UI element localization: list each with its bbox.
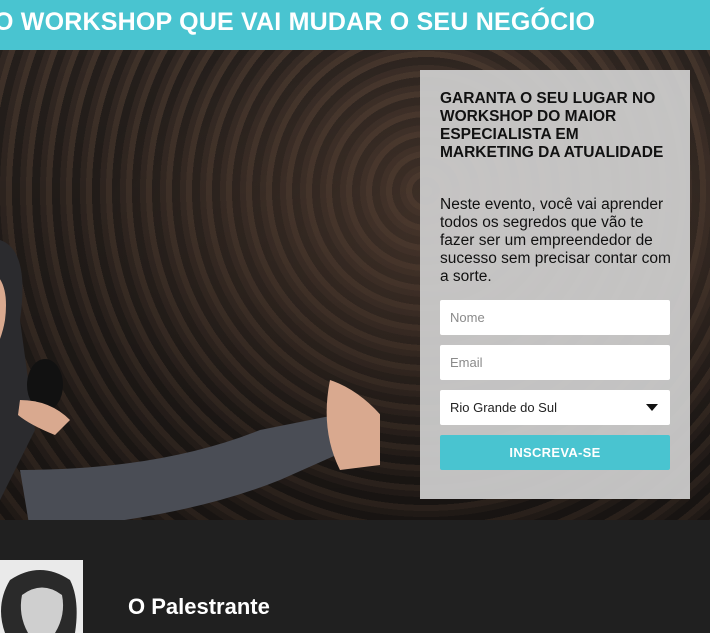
state-select-value: Rio Grande do Sul [450,400,557,415]
signup-form: GARANTA O SEU LUGAR NO WORKSHOP DO MAIOR… [420,70,690,499]
avatar [0,560,83,633]
name-input[interactable] [440,300,670,335]
subscribe-button[interactable]: INSCREVA-SE [440,435,670,470]
form-description: Neste evento, você vai aprender todos os… [440,196,671,285]
section-title: O Palestrante [128,594,270,619]
page-title: O WORKSHOP QUE VAI MUDAR O SEU NEGÓCIO [0,8,596,36]
hero-section: GARANTA O SEU LUGAR NO WORKSHOP DO MAIOR… [0,50,710,520]
state-select[interactable]: Rio Grande do Sul [440,390,670,425]
speaker-section: O Palestrante [0,520,710,633]
email-input[interactable] [440,345,670,380]
form-heading: GARANTA O SEU LUGAR NO WORKSHOP DO MAIOR… [440,90,664,161]
chevron-down-icon [646,404,658,411]
speaker-photo [0,240,380,520]
speaker-portrait-icon [0,560,83,633]
top-banner: O WORKSHOP QUE VAI MUDAR O SEU NEGÓCIO [0,0,710,50]
